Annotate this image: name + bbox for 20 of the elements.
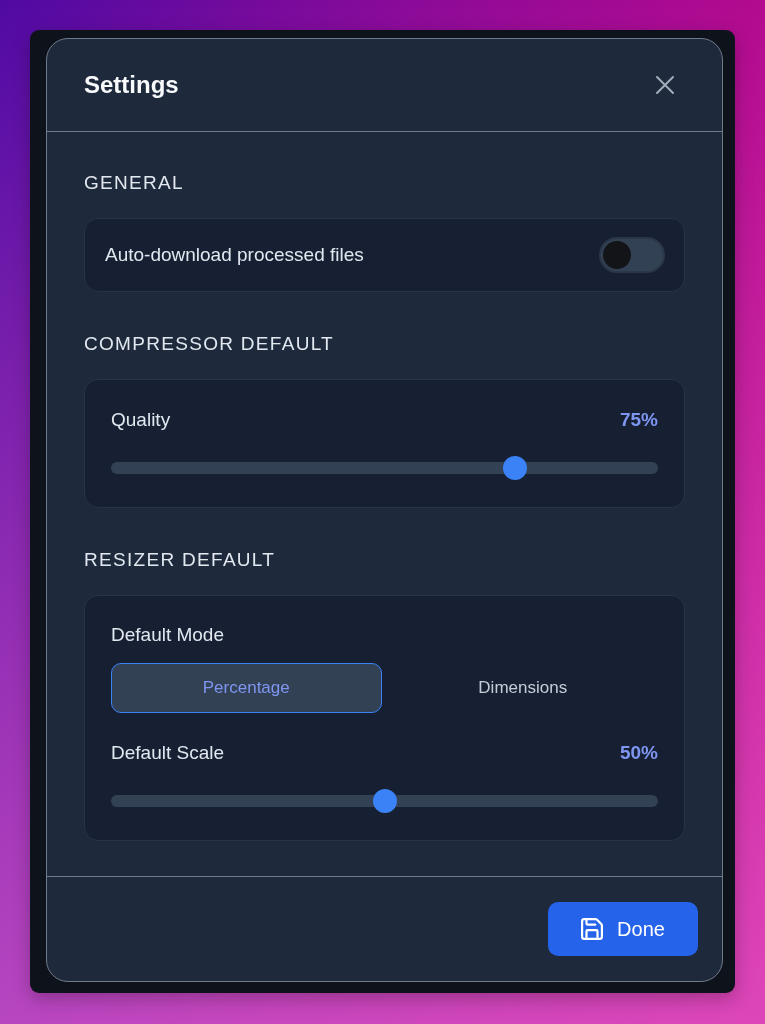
segment-option[interactable]: Dimensions [387, 663, 658, 713]
setting-label: Quality [111, 408, 171, 432]
section-heading: COMPRESSOR DEFAULT [84, 332, 336, 356]
slider-track[interactable] [111, 789, 658, 813]
slider-reading: 50% [619, 741, 658, 765]
slider-thumb[interactable] [503, 456, 528, 480]
section-heading: RESIZER DEFAULT [84, 548, 277, 572]
slider-thumb[interactable] [372, 789, 397, 813]
slider-track[interactable] [111, 456, 658, 480]
setting-label: Default Scale [111, 741, 224, 765]
segment-option[interactable]: Percentage [111, 663, 382, 713]
toggle-switch[interactable] [599, 237, 665, 273]
setting-label: Default Mode [111, 623, 225, 647]
section-heading: GENERAL [84, 171, 185, 195]
dialog-title: Settings [84, 71, 179, 99]
done-button[interactable]: Done [548, 902, 698, 956]
setting-label: Auto-download processed files [105, 243, 364, 267]
close-icon[interactable] [655, 75, 675, 95]
slider-reading: 75% [619, 408, 658, 432]
save-icon [581, 918, 604, 940]
